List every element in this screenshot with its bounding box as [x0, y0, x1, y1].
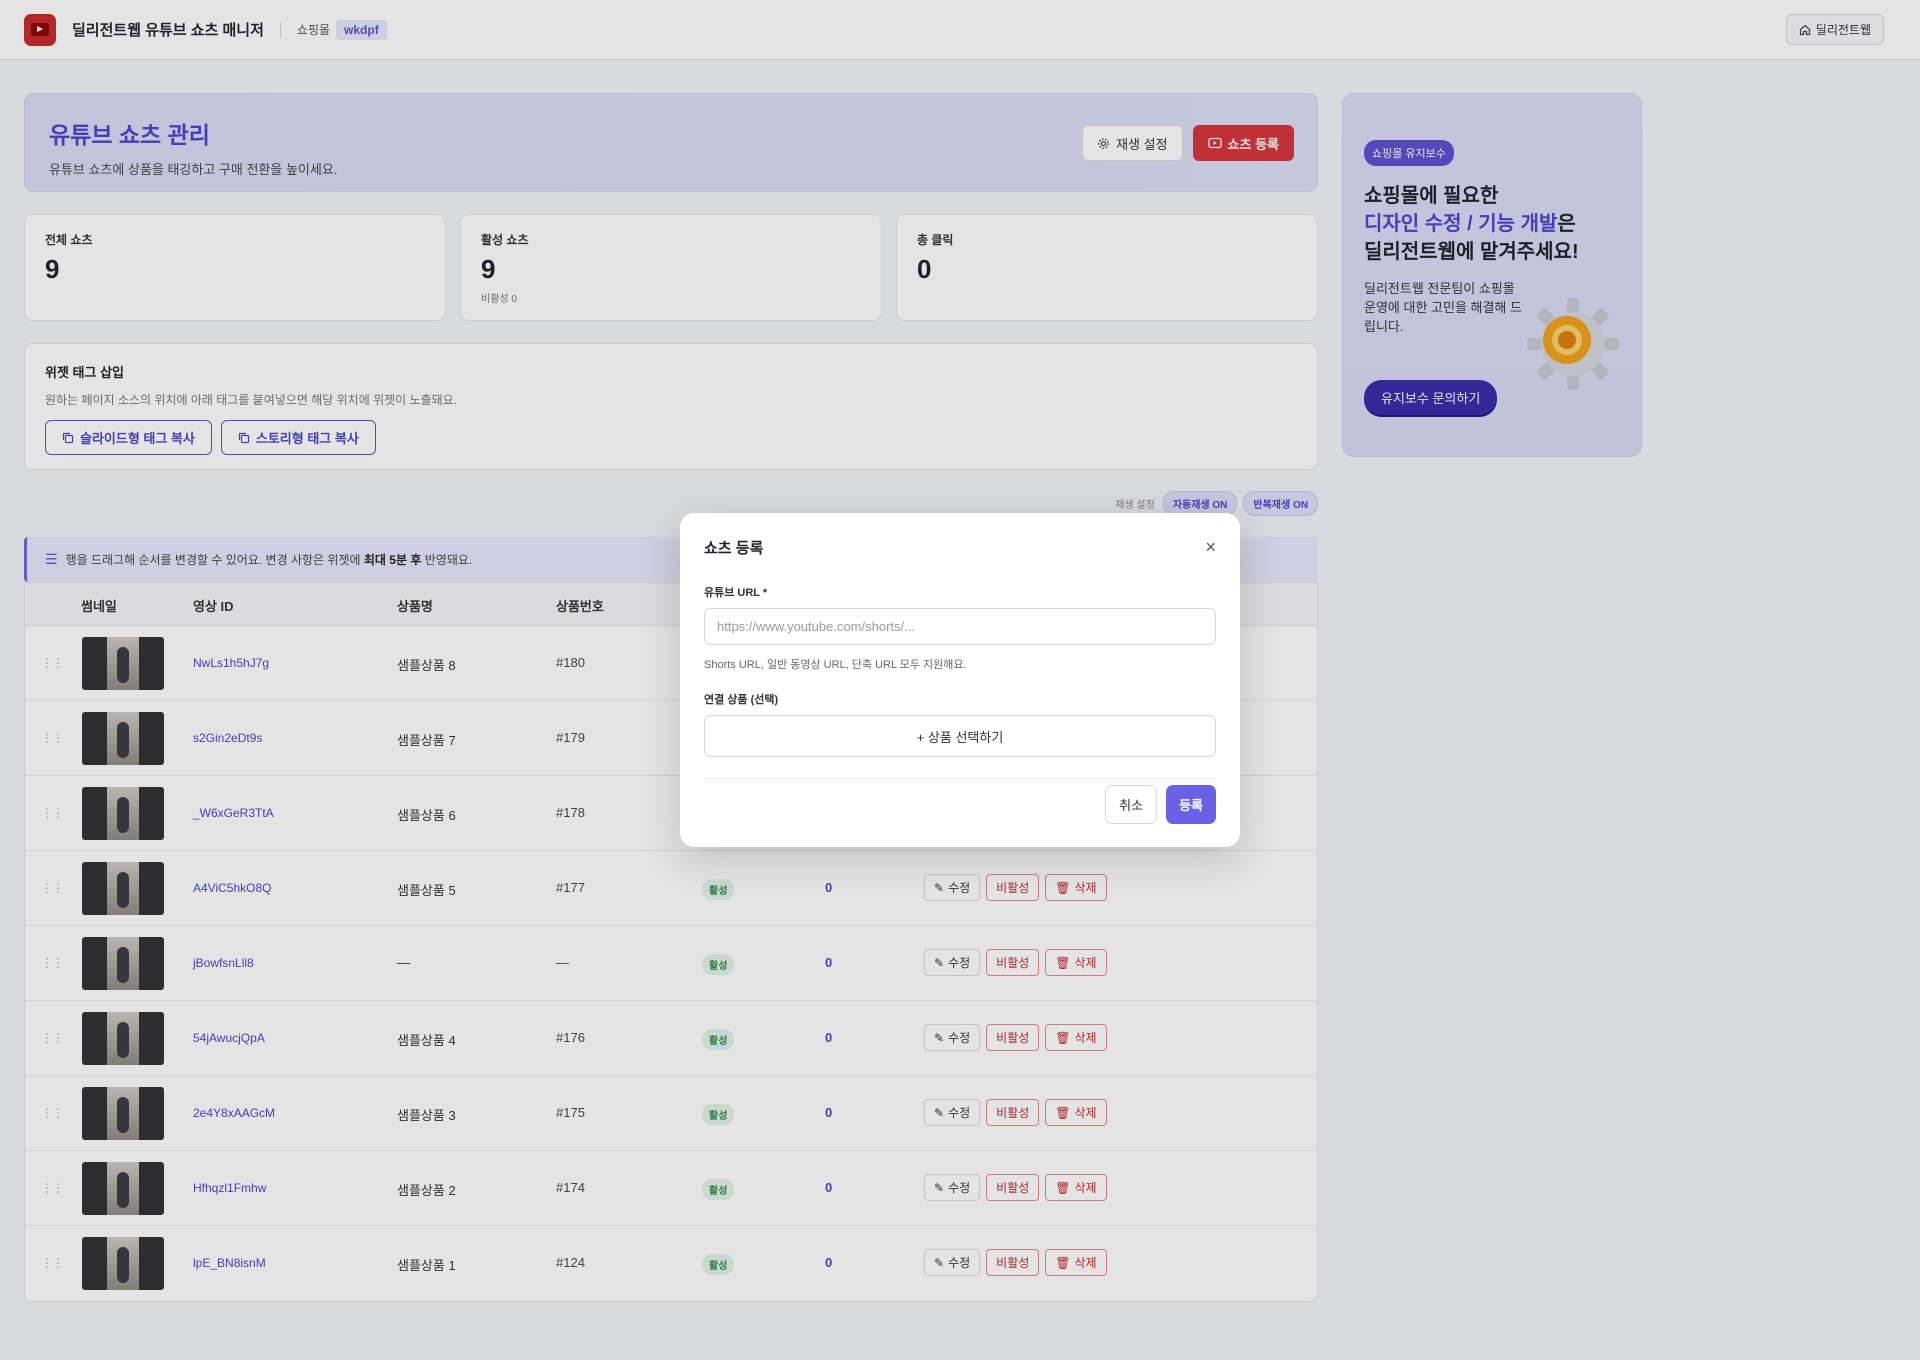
url-label: 유튜브 URL * — [704, 587, 768, 599]
youtube-url-input[interactable] — [704, 608, 1216, 645]
select-product-button[interactable]: + 상품 선택하기 — [704, 715, 1216, 757]
cancel-button[interactable]: 취소 — [1105, 785, 1158, 824]
register-shorts-dialog: 쇼츠 등록 × 유튜브 URL * Shorts URL, 일반 동영상 URL… — [680, 513, 1240, 847]
dialog-title: 쇼츠 등록 — [704, 540, 764, 557]
url-help-text: Shorts URL, 일반 동영상 URL, 단축 URL 모두 지원해요. — [704, 659, 967, 671]
product-label: 연결 상품 (선택) — [704, 694, 779, 706]
submit-button[interactable]: 등록 — [1166, 785, 1216, 824]
dialog-divider — [704, 778, 1216, 779]
close-icon[interactable]: × — [1205, 538, 1216, 556]
